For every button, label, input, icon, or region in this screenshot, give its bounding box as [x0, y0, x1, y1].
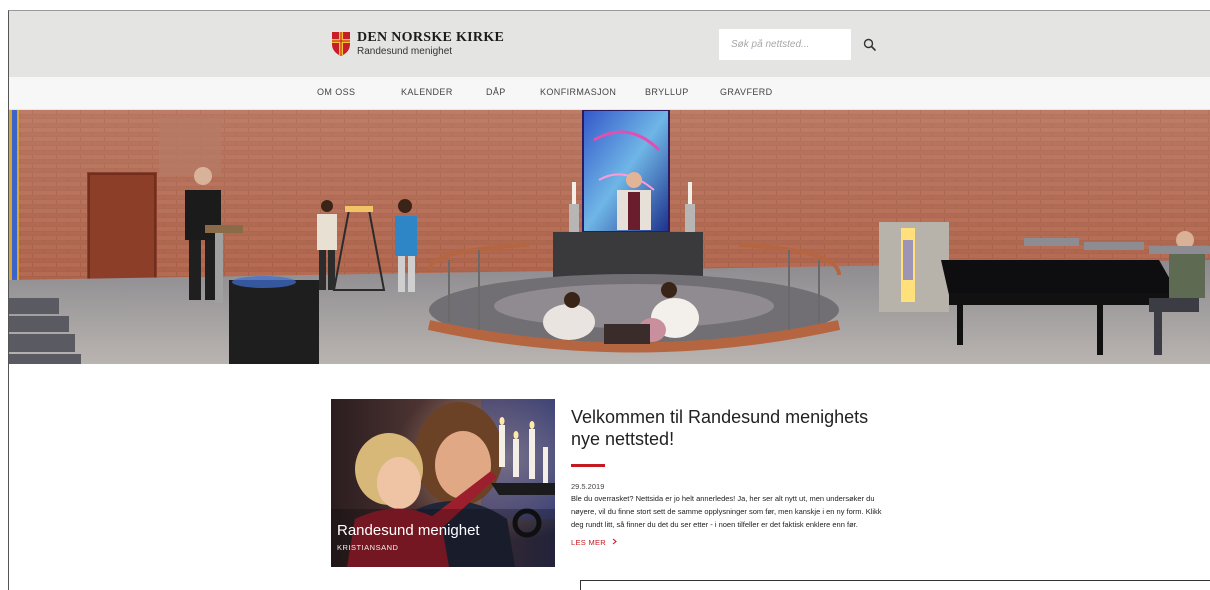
article-image-subtitle: KRISTIANSAND: [337, 543, 399, 552]
site-header: DEN NORSKE KIRKE Randesund menighet: [9, 11, 1210, 77]
article-date: 29.5.2019: [571, 481, 605, 491]
nav-item-konfirmasjon[interactable]: KONFIRMASJON: [540, 87, 616, 97]
mother-child-candles-photo: [331, 399, 555, 567]
brand-title: DEN NORSKE KIRKE: [357, 30, 505, 45]
brand-subtitle: Randesund menighet: [357, 46, 453, 57]
content-box-outline: [580, 580, 1210, 590]
browser-frame: DEN NORSKE KIRKE Randesund menighet OM O…: [8, 10, 1210, 590]
hero-illustration: [9, 110, 1210, 364]
chevron-right-icon: [613, 538, 618, 545]
article-image-title: Randesund menighet: [337, 522, 480, 539]
read-more-link[interactable]: LES MER: [571, 538, 618, 547]
nav-item-gravferd[interactable]: GRAVFERD: [720, 87, 773, 97]
search-input[interactable]: [719, 29, 851, 60]
nav-item-dap[interactable]: DÅP: [486, 87, 506, 97]
church-cross-shield-icon: [332, 32, 350, 56]
article-teaser: Velkommen til Randesund menighets nye ne…: [571, 407, 889, 550]
search-button[interactable]: [862, 37, 878, 53]
article-title[interactable]: Velkommen til Randesund menighets nye ne…: [571, 407, 889, 451]
article-body: Ble du overrasket? Nettsida er jo helt a…: [571, 493, 882, 529]
brand-text: DEN NORSKE KIRKE Randesund menighet: [357, 31, 504, 57]
nav-item-om-oss[interactable]: OM OSS: [317, 87, 355, 97]
nav-item-bryllup[interactable]: BRYLLUP: [645, 87, 689, 97]
magnifier-icon: [863, 38, 876, 51]
nav-item-kalender[interactable]: KALENDER: [401, 87, 453, 97]
main-navigation: OM OSS KALENDER DÅP KONFIRMASJON BRYLLUP…: [9, 77, 1210, 110]
brand-logo-link[interactable]: DEN NORSKE KIRKE Randesund menighet: [331, 31, 504, 57]
read-more-label: LES MER: [571, 537, 607, 547]
article-title-underline: [571, 463, 605, 467]
article-image[interactable]: Randesund menighet KRISTIANSAND: [331, 399, 555, 567]
hero-church-interior-image: [9, 110, 1210, 364]
